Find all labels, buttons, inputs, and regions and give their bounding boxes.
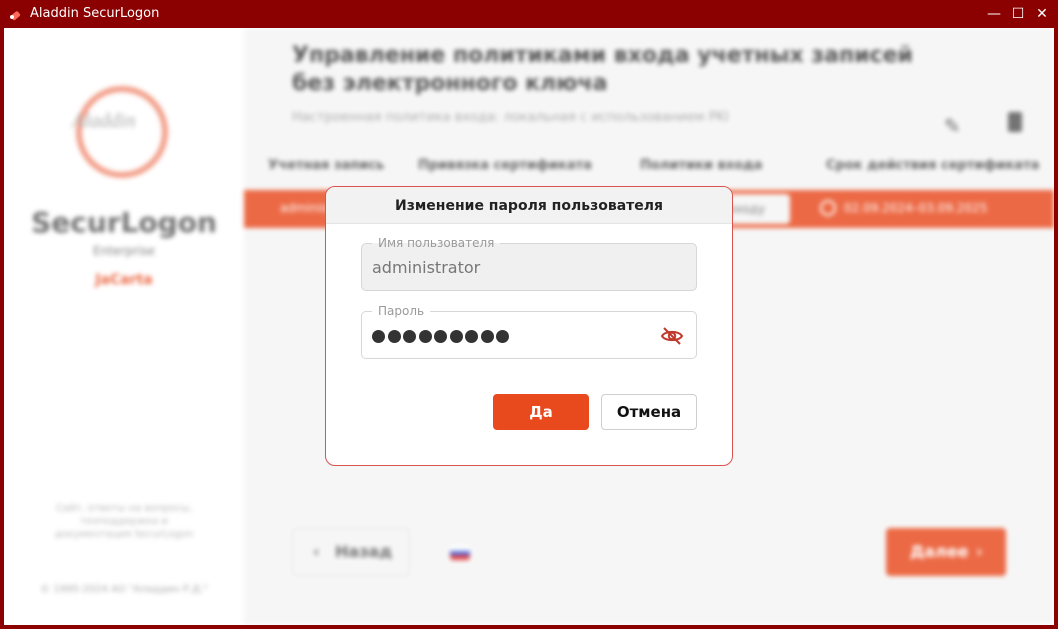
password-dot (387, 330, 401, 343)
password-dot (418, 330, 432, 343)
close-button[interactable]: ✕ (1032, 4, 1052, 24)
eye-off-icon[interactable] (660, 324, 684, 348)
title-bar[interactable]: Aladdin SecurLogon — ☐ ✕ (0, 0, 1058, 28)
username-label: Имя пользователя (372, 235, 501, 251)
client-area: Aladdin SecurLogon Enterprise JaCarta Са… (4, 28, 1054, 625)
change-password-dialog: Изменение пароля пользователя Имя пользо… (325, 186, 733, 466)
password-dot (372, 330, 385, 343)
window-title: Aladdin SecurLogon (30, 6, 160, 21)
password-field[interactable]: Пароль (361, 303, 697, 359)
minimize-button[interactable]: — (984, 4, 1004, 24)
cancel-button[interactable]: Отмена (601, 394, 697, 430)
maximize-button[interactable]: ☐ (1008, 4, 1028, 24)
password-label: Пароль (372, 303, 431, 319)
confirm-button[interactable]: Да (493, 394, 589, 430)
password-dot (465, 330, 478, 343)
password-dot (449, 330, 463, 343)
username-value: administrator (372, 258, 481, 277)
password-mask (372, 328, 512, 347)
dialog-title: Изменение пароля пользователя (326, 187, 732, 224)
password-dot (496, 330, 509, 343)
password-dot (403, 330, 416, 343)
password-dot (480, 330, 494, 343)
password-dot (434, 330, 447, 343)
username-field: Имя пользователя administrator (361, 235, 697, 291)
app-key-icon (10, 11, 21, 21)
app-window: Aladdin SecurLogon — ☐ ✕ Aladdin SecurLo… (0, 0, 1058, 629)
